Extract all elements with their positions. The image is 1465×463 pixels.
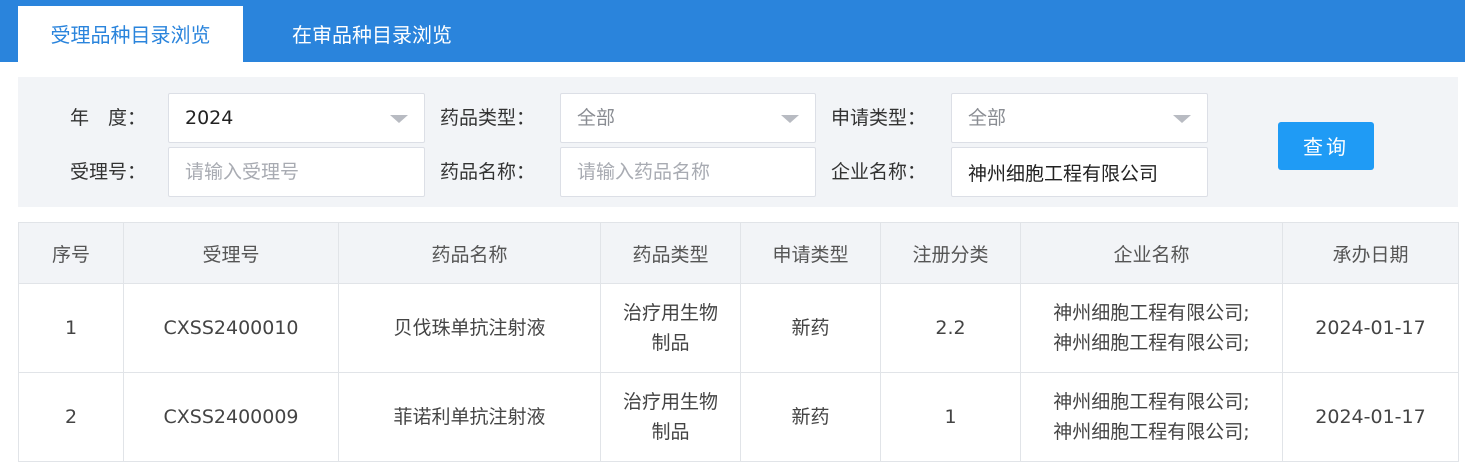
drug-type-select-value: 全部 bbox=[577, 107, 616, 129]
accept-no-label: 受理号： bbox=[70, 161, 147, 183]
accept-no-input[interactable] bbox=[169, 148, 424, 196]
cell-date: 2024-01-17 bbox=[1282, 372, 1459, 462]
cell-reg-class: 2.2 bbox=[880, 283, 1021, 373]
company-field bbox=[951, 147, 1208, 197]
year-select-value: 2024 bbox=[185, 107, 234, 129]
cell-no: 1 bbox=[18, 283, 124, 373]
drug-name-field bbox=[560, 147, 816, 197]
cell-company-line: 神州细胞工程有限公司; bbox=[1053, 391, 1250, 413]
cell-drug-type: 治疗用生物制品 bbox=[600, 283, 741, 373]
chevron-down-icon bbox=[390, 115, 408, 123]
table-header-row: 序号 受理号 药品名称 药品类型 申请类型 注册分类 企业名称 承办日期 bbox=[18, 222, 1459, 284]
drug-type-label: 药品类型： bbox=[440, 107, 536, 129]
table-row: 1 CXSS2400010 贝伐珠单抗注射液 治疗用生物制品 新药 2.2 神州… bbox=[18, 283, 1459, 373]
drug-name-input[interactable] bbox=[561, 148, 815, 196]
column-header-drug-name: 药品名称 bbox=[338, 222, 601, 284]
year-select[interactable]: 2024 bbox=[168, 93, 425, 143]
year-label: 年 度： bbox=[70, 107, 147, 129]
company-label: 企业名称： bbox=[831, 161, 927, 183]
cell-company: 神州细胞工程有限公司; 神州细胞工程有限公司; bbox=[1020, 372, 1283, 462]
column-header-reg-class: 注册分类 bbox=[880, 222, 1021, 284]
column-header-no: 序号 bbox=[18, 222, 124, 284]
cell-no: 2 bbox=[18, 372, 124, 462]
query-button[interactable]: 查询 bbox=[1278, 122, 1374, 170]
apply-type-select[interactable]: 全部 bbox=[951, 93, 1208, 143]
cell-drug-type-text: 治疗用生物制品 bbox=[622, 391, 718, 443]
results-table: 序号 受理号 药品名称 药品类型 申请类型 注册分类 企业名称 承办日期 1 C… bbox=[18, 222, 1459, 462]
cell-company-line: 神州细胞工程有限公司; bbox=[1053, 302, 1250, 324]
column-header-accept-no: 受理号 bbox=[123, 222, 339, 284]
tab-under-review-catalog[interactable]: 在审品种目录浏览 bbox=[262, 6, 482, 62]
company-input[interactable] bbox=[952, 148, 1207, 196]
cell-company: 神州细胞工程有限公司; 神州细胞工程有限公司; bbox=[1020, 283, 1283, 373]
drug-name-label: 药品名称： bbox=[440, 161, 536, 183]
drug-type-select[interactable]: 全部 bbox=[560, 93, 816, 143]
cell-apply-type: 新药 bbox=[740, 372, 881, 462]
cell-drug-type-text: 治疗用生物制品 bbox=[622, 302, 718, 354]
cell-apply-type: 新药 bbox=[740, 283, 881, 373]
chevron-down-icon bbox=[781, 115, 799, 123]
cell-company-line: 神州细胞工程有限公司; bbox=[1053, 421, 1250, 443]
tab-bar: 受理品种目录浏览 在审品种目录浏览 bbox=[0, 0, 1465, 62]
apply-type-label: 申请类型： bbox=[831, 107, 927, 129]
table-row: 2 CXSS2400009 菲诺利单抗注射液 治疗用生物制品 新药 1 神州细胞… bbox=[18, 372, 1459, 462]
cell-reg-class: 1 bbox=[880, 372, 1021, 462]
cell-company-line: 神州细胞工程有限公司; bbox=[1053, 332, 1250, 354]
cell-drug-name: 贝伐珠单抗注射液 bbox=[338, 283, 601, 373]
column-header-company: 企业名称 bbox=[1020, 222, 1283, 284]
cell-accept-no: CXSS2400009 bbox=[123, 372, 339, 462]
cell-date: 2024-01-17 bbox=[1282, 283, 1459, 373]
cell-drug-type: 治疗用生物制品 bbox=[600, 372, 741, 462]
accept-no-field bbox=[168, 147, 425, 197]
chevron-down-icon bbox=[1173, 115, 1191, 123]
column-header-drug-type: 药品类型 bbox=[600, 222, 741, 284]
cell-drug-name: 菲诺利单抗注射液 bbox=[338, 372, 601, 462]
apply-type-select-value: 全部 bbox=[968, 107, 1007, 129]
cell-accept-no: CXSS2400010 bbox=[123, 283, 339, 373]
column-header-apply-type: 申请类型 bbox=[740, 222, 881, 284]
column-header-date: 承办日期 bbox=[1282, 222, 1459, 284]
tab-accepted-catalog[interactable]: 受理品种目录浏览 bbox=[18, 6, 243, 62]
